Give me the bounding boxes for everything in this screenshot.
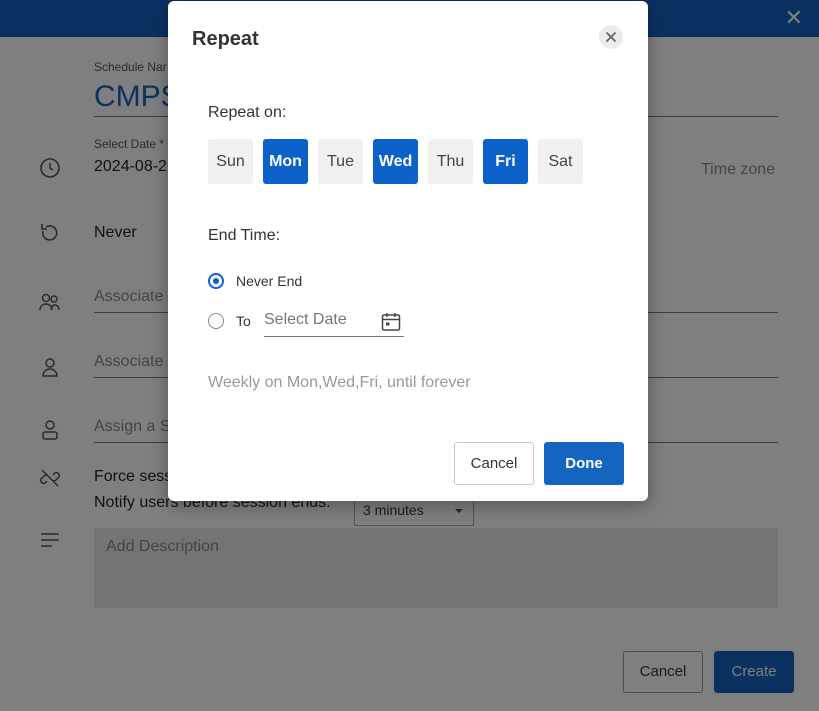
day-toggle-sun[interactable]: Sun xyxy=(208,139,253,184)
day-toggle-tue[interactable]: Tue xyxy=(318,139,363,184)
day-toggle-thu[interactable]: Thu xyxy=(428,139,473,184)
never-end-radio[interactable] xyxy=(208,273,224,289)
done-button[interactable]: Done xyxy=(544,442,624,485)
end-date-radio[interactable] xyxy=(208,313,224,329)
date-placeholder: Select Date xyxy=(264,311,347,328)
never-end-label[interactable]: Never End xyxy=(236,273,302,289)
modal-close-button[interactable] xyxy=(599,25,623,49)
close-icon xyxy=(605,31,617,43)
to-label[interactable]: To xyxy=(236,313,251,329)
repeat-on-label: Repeat on: xyxy=(208,104,287,121)
day-toggle-fri[interactable]: Fri xyxy=(483,139,528,184)
day-toggle-mon[interactable]: Mon xyxy=(263,139,308,184)
repeat-summary: Weekly on Mon,Wed,Fri, until forever xyxy=(208,374,471,391)
day-toggle-sat[interactable]: Sat xyxy=(538,139,583,184)
day-toggle-wed[interactable]: Wed xyxy=(373,139,418,184)
calendar-icon[interactable] xyxy=(381,312,401,332)
repeat-modal: Repeat Repeat on: Sun Mon Tue Wed Thu Fr… xyxy=(168,1,648,501)
modal-title: Repeat xyxy=(192,28,259,50)
end-date-input[interactable]: Select Date xyxy=(264,306,404,337)
cancel-button[interactable]: Cancel xyxy=(454,442,534,485)
end-time-label: End Time: xyxy=(208,227,281,244)
